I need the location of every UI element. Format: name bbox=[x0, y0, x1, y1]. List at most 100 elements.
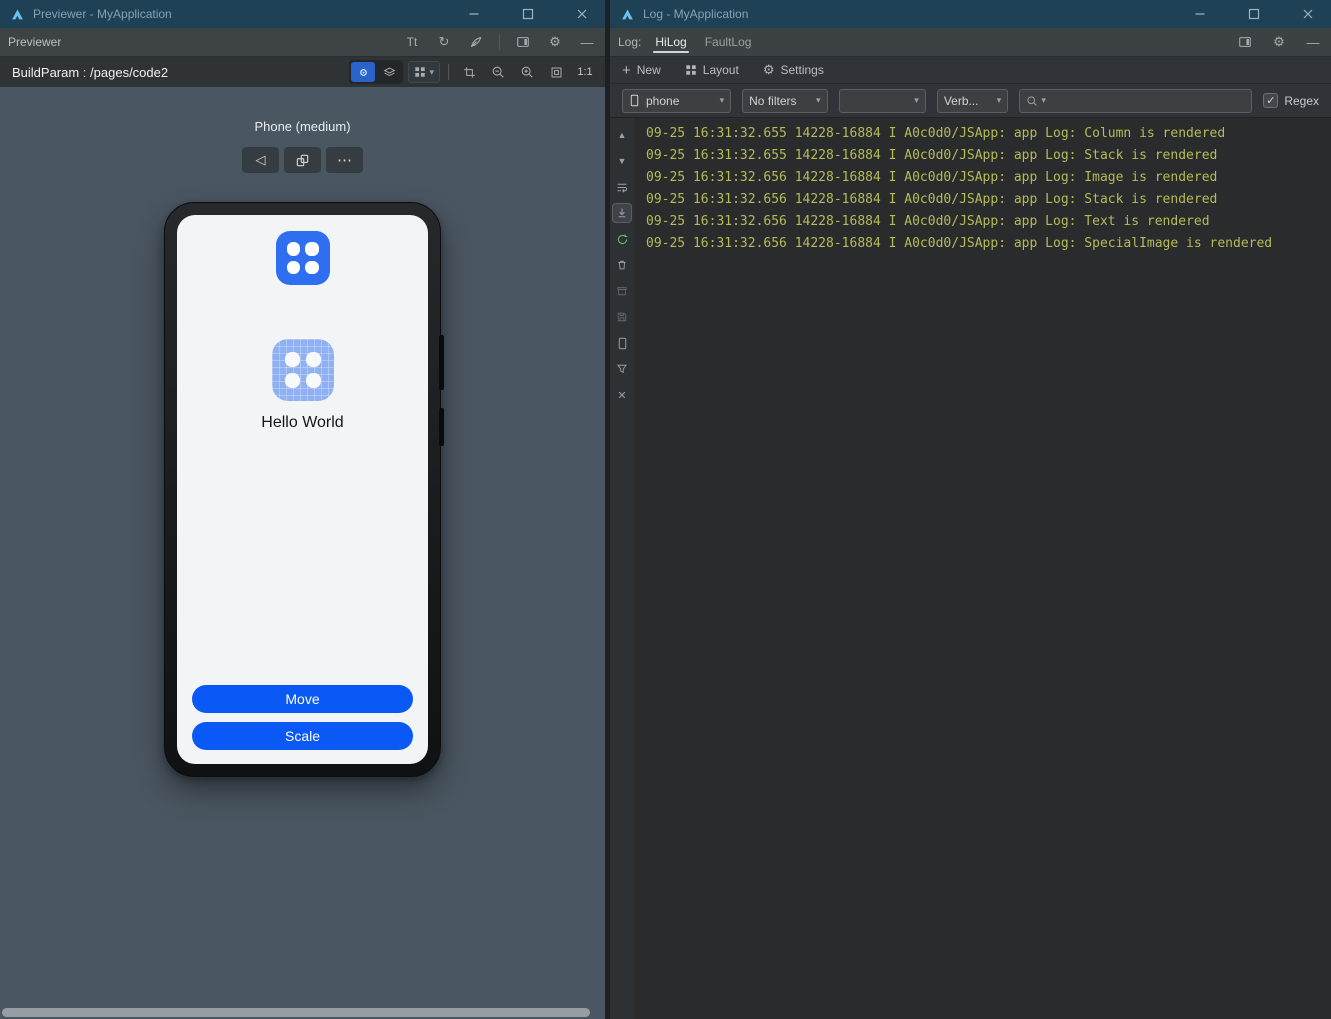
device-screenshot-icon[interactable] bbox=[613, 334, 631, 352]
new-button[interactable]: + New bbox=[622, 63, 661, 78]
regex-checkbox[interactable] bbox=[1263, 93, 1279, 108]
chevron-down-icon: ▾ bbox=[914, 95, 919, 105]
icon-dot bbox=[305, 352, 321, 367]
search-input[interactable] bbox=[1048, 93, 1246, 108]
close-button[interactable] bbox=[1285, 0, 1331, 28]
volume-button bbox=[439, 335, 444, 390]
app-icon bbox=[275, 231, 330, 285]
icon-dot bbox=[305, 242, 319, 256]
level-select[interactable]: Verb... ▾ bbox=[936, 88, 1009, 113]
regex-option[interactable]: Regex bbox=[1263, 93, 1319, 108]
log-output[interactable]: 09-25 16:31:32.655 14228-16884 I A0c0d0/… bbox=[634, 118, 1331, 1019]
tab-previewer[interactable]: Previewer bbox=[8, 35, 61, 49]
preview-canvas[interactable]: Phone (medium) ◁ ⋯ Hello World Move Scal… bbox=[0, 87, 605, 1019]
tab-faultlog[interactable]: FaultLog bbox=[701, 28, 756, 56]
zoom-out-icon[interactable] bbox=[486, 61, 510, 83]
settings-button-label: Settings bbox=[780, 63, 824, 77]
resume-icon[interactable] bbox=[613, 230, 631, 248]
grid-view-dropdown[interactable]: ▾ bbox=[408, 61, 440, 83]
inspector-pen-icon[interactable] bbox=[464, 31, 488, 53]
log-titlebar: Log - MyApplication bbox=[610, 0, 1331, 28]
font-settings-icon[interactable]: Tt bbox=[400, 31, 424, 53]
previewer-window-title: Previewer - MyApplication bbox=[33, 7, 172, 21]
regex-label: Regex bbox=[1284, 93, 1320, 108]
gear-icon[interactable]: ⚙ bbox=[543, 31, 567, 53]
icon-dot bbox=[284, 373, 300, 388]
hide-panel-icon[interactable]: — bbox=[575, 31, 599, 53]
phone-frame: Hello World Move Scale bbox=[164, 202, 444, 777]
filter-icon[interactable] bbox=[613, 360, 631, 378]
preview-nav-buttons: ◁ ⋯ bbox=[242, 147, 363, 173]
phone-icon bbox=[630, 94, 639, 107]
save-log-icon[interactable] bbox=[613, 308, 631, 326]
layers-icon[interactable] bbox=[377, 62, 401, 82]
process-select[interactable]: ▾ bbox=[838, 88, 926, 113]
horizontal-scrollbar[interactable] bbox=[2, 1008, 590, 1017]
icon-dot bbox=[286, 242, 300, 256]
minimize-button[interactable] bbox=[1177, 0, 1223, 28]
clear-log-icon[interactable] bbox=[613, 256, 631, 274]
log-panel-label: Log: bbox=[618, 35, 642, 49]
previewer-window: Previewer - MyApplication Previewer Tt ↻… bbox=[0, 0, 605, 1019]
more-options-button[interactable]: ⋯ bbox=[326, 147, 363, 173]
refresh-icon[interactable]: ↻ bbox=[432, 31, 456, 53]
zoom-ratio-label[interactable]: 1:1 bbox=[573, 61, 597, 83]
fit-screen-icon[interactable] bbox=[544, 61, 568, 83]
icon-dot bbox=[305, 260, 319, 274]
chevron-down-icon: ▾ bbox=[719, 95, 725, 105]
soft-wrap-icon[interactable] bbox=[613, 178, 631, 196]
log-line: 09-25 16:31:32.656 14228-16884 I A0c0d0/… bbox=[646, 170, 1218, 185]
preview-mode-switch bbox=[349, 60, 404, 84]
log-window: Log - MyApplication Log: HiLog FaultLog … bbox=[610, 0, 1331, 1019]
filter-select-value: No filters bbox=[749, 93, 797, 108]
maximize-button[interactable] bbox=[505, 0, 551, 28]
dynamic-preview-icon[interactable] bbox=[351, 62, 376, 82]
log-toolbar-gutter: ▲ ▼ ✕ bbox=[610, 118, 634, 1019]
grid-icon bbox=[415, 67, 426, 77]
previewer-toolbar: BuildParam : /pages/code2 ▾ 1:1 bbox=[0, 57, 605, 87]
back-button[interactable]: ◁ bbox=[242, 147, 279, 173]
log-tab-bar: Log: HiLog FaultLog ⚙ — bbox=[610, 28, 1331, 57]
plus-icon: + bbox=[622, 61, 631, 79]
frame-icon[interactable] bbox=[457, 61, 481, 83]
panel-layout-icon[interactable] bbox=[1233, 31, 1257, 53]
search-box: ▾ bbox=[1019, 88, 1253, 113]
close-panel-icon[interactable]: ✕ bbox=[613, 386, 631, 404]
maximize-button[interactable] bbox=[1231, 0, 1277, 28]
grid-icon bbox=[686, 65, 696, 75]
icon-dot bbox=[286, 260, 300, 274]
zoom-in-icon[interactable] bbox=[515, 61, 539, 83]
scroll-up-icon[interactable]: ▲ bbox=[613, 126, 631, 144]
settings-button[interactable]: ⚙ Settings bbox=[763, 62, 824, 78]
move-button[interactable]: Move bbox=[192, 685, 413, 713]
icon-dot bbox=[284, 352, 300, 367]
hide-panel-icon[interactable]: — bbox=[1301, 31, 1325, 53]
gear-icon: ⚙ bbox=[762, 62, 775, 77]
hello-world-text: Hello World bbox=[261, 414, 344, 431]
divider bbox=[499, 34, 500, 50]
archive-icon[interactable] bbox=[613, 282, 631, 300]
log-filter-bar: phone ▾ No filters ▾ ▾ Verb... ▾ ▾ Regex bbox=[610, 84, 1331, 118]
minimize-button[interactable] bbox=[451, 0, 497, 28]
tab-hilog[interactable]: HiLog bbox=[651, 28, 690, 56]
phone-screen: Hello World Move Scale bbox=[177, 215, 428, 764]
filter-select[interactable]: No filters ▾ bbox=[742, 88, 828, 113]
device-select-value: phone bbox=[646, 93, 680, 108]
scroll-to-end-icon[interactable] bbox=[613, 204, 631, 222]
layout-button[interactable]: Layout bbox=[685, 63, 739, 77]
panel-layout-icon[interactable] bbox=[511, 31, 535, 53]
device-label: Phone (medium) bbox=[254, 119, 351, 134]
search-history-chevron-icon[interactable]: ▾ bbox=[1041, 95, 1046, 106]
chevron-down-icon: ▾ bbox=[429, 66, 434, 77]
gear-icon[interactable]: ⚙ bbox=[1267, 31, 1291, 53]
scroll-down-icon[interactable]: ▼ bbox=[613, 152, 631, 170]
log-window-title: Log - MyApplication bbox=[643, 7, 749, 21]
rotate-device-button[interactable] bbox=[284, 147, 321, 173]
scale-button[interactable]: Scale bbox=[192, 722, 413, 750]
chevron-down-icon: ▾ bbox=[815, 95, 821, 105]
device-select[interactable]: phone ▾ bbox=[622, 88, 732, 113]
close-button[interactable] bbox=[559, 0, 605, 28]
deveco-logo-icon bbox=[10, 7, 25, 22]
deveco-logo-icon bbox=[620, 7, 635, 22]
log-body: ▲ ▼ ✕ 09-25 16:31:32.655 14228-16884 I A… bbox=[610, 118, 1331, 1019]
